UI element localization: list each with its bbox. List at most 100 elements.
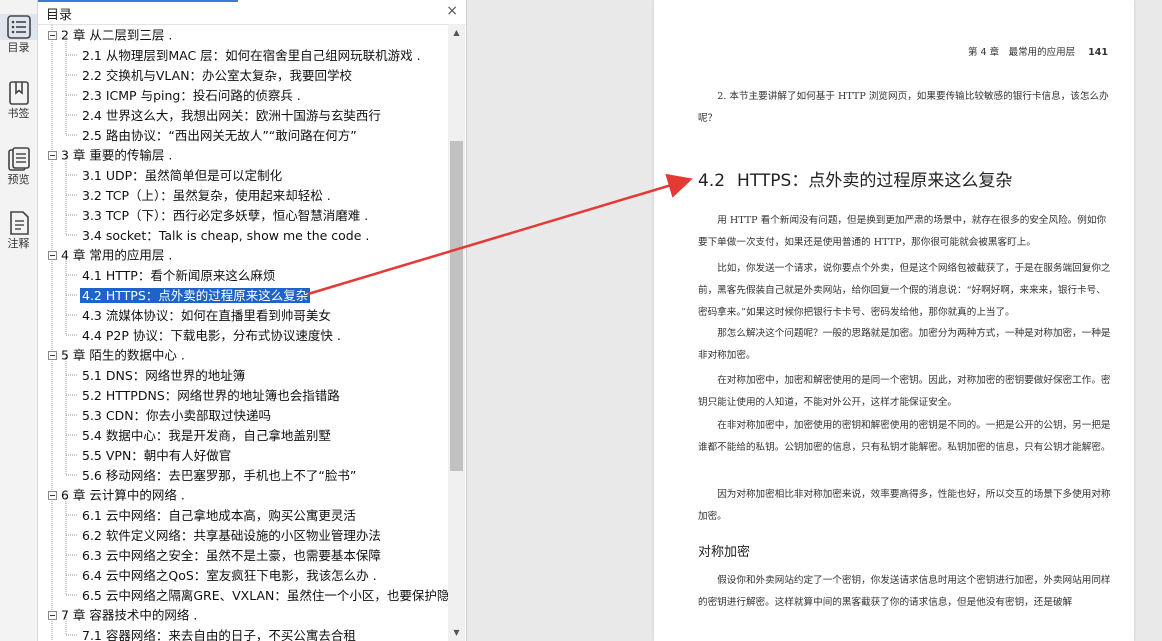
collapse-toggle-icon[interactable] bbox=[48, 251, 57, 260]
toc-item-label: 5.3 CDN：你去小卖部取过快递吗 bbox=[82, 407, 272, 423]
toc-section-item[interactable]: 4.4 P2P 协议：下载电影，分布式协议速度快 . bbox=[80, 325, 343, 345]
toc-section-item[interactable]: 2.5 路由协议：“西出网关无故人”“敢问路在何方” bbox=[80, 125, 359, 145]
question-paragraph: 2. 本节主要讲解了如何基于 HTTP 浏览网页，如果要传输比较敏感的银行卡信息… bbox=[698, 91, 1109, 124]
toc-section-item[interactable]: 5.2 HTTPDNS：网络世界的地址簿也会指错路 bbox=[80, 385, 342, 405]
toc-section-item[interactable]: 7.1 容器网络：来去自由的日子，不买公寓去合租 bbox=[80, 625, 358, 641]
toc-chapter-item[interactable]: 6 章 云计算中的网络 . bbox=[48, 485, 185, 505]
toc-item-label: 5.6 移动网络：去巴塞罗那，手机也上不了“脸书” bbox=[82, 467, 357, 483]
collapse-toggle-icon[interactable] bbox=[48, 31, 57, 40]
toc-section-item[interactable]: 5.1 DNS：网络世界的地址簿 bbox=[80, 365, 247, 385]
toc-scrollbar[interactable]: ▲ ▼ bbox=[448, 24, 465, 641]
toc-section-item[interactable]: 5.6 移动网络：去巴塞罗那，手机也上不了“脸书” bbox=[80, 465, 358, 485]
toc-item-label: 2.2 交换机与VLAN：办公室太复杂，我要回学校 bbox=[82, 67, 353, 83]
toc-title: 目录 bbox=[46, 8, 73, 23]
toc-chapter-item[interactable]: 3 章 重要的传输层 . bbox=[48, 145, 172, 165]
close-icon[interactable]: × bbox=[446, 3, 458, 19]
scroll-thumb[interactable] bbox=[450, 141, 463, 471]
collapse-toggle-icon[interactable] bbox=[48, 611, 57, 620]
toc-section-item[interactable]: 2.3 ICMP 与ping：投石问路的侦察兵 . bbox=[80, 85, 303, 105]
toc-item-label: 5 章 陌生的数据中心 . bbox=[61, 347, 185, 363]
section-number: 4.2 bbox=[698, 171, 726, 191]
toc-section-item[interactable]: 6.3 云中网络之安全：虽然不是土豪，也需要基本保障 bbox=[80, 545, 383, 565]
toc-section-item[interactable]: 2.1 从物理层到MAC 层：如何在宿舍里自己组网玩联机游戏 . bbox=[80, 45, 423, 65]
bookmark-icon bbox=[0, 80, 37, 106]
toc-item-label: 4.4 P2P 协议：下载电影，分布式协议速度快 . bbox=[82, 327, 341, 343]
toc-chapter-item[interactable]: 2 章 从二层到三层 . bbox=[48, 25, 172, 45]
page-header: 第 4 章 最常用的应用层 141 bbox=[654, 44, 1108, 58]
toc-item-label: 4.1 HTTP：看个新闻原来这么麻烦 bbox=[82, 267, 276, 283]
body-paragraph: 那怎么解决这个问题呢？一般的思路就是加密。加密分为两种方式，一种是对称加密，一种… bbox=[698, 328, 1111, 361]
document-page: 第 4 章 最常用的应用层 141 2. 本节主要讲解了如何基于 HTTP 浏览… bbox=[654, 0, 1134, 641]
sidebar-item-annotation[interactable]: 注释 bbox=[0, 210, 37, 250]
body-paragraph: 在对称加密中，加密和解密使用的是同一个密钥。因此，对称加密的密钥要做好保密工作。… bbox=[698, 375, 1111, 408]
toc-section-item[interactable]: 5.5 VPN：朝中有人好做官 bbox=[80, 445, 233, 465]
toc-item-label: 5.2 HTTPDNS：网络世界的地址簿也会指错路 bbox=[82, 387, 340, 403]
toc-item-label: 7.1 容器网络：来去自由的日子，不买公寓去合租 bbox=[82, 627, 356, 641]
preview-icon bbox=[0, 146, 37, 172]
toc-item-label: 6.5 云中网络之隔离GRE、VXLAN：虽然住一个小区，也要保护隐私 bbox=[82, 587, 448, 603]
body-paragraph: 比如，你发送一个请求，说你要点个外卖，但是这个网络包被截获了，于是在服务端回复你… bbox=[698, 263, 1111, 318]
page-number: 141 bbox=[1088, 47, 1108, 58]
toc-chapter-item[interactable]: 4 章 常用的应用层 . bbox=[48, 245, 172, 265]
sidebar-rail: 目录 书签 预览 注释 bbox=[0, 0, 38, 641]
collapse-toggle-icon[interactable] bbox=[48, 351, 57, 360]
sidebar-item-label: 书签 bbox=[7, 107, 30, 120]
annotation-icon bbox=[0, 210, 37, 236]
sidebar-item-toc[interactable]: 目录 bbox=[0, 14, 37, 54]
body-paragraph: 用 HTTP 看个新闻没有问题，但是换到更加严肃的场景中，就存在很多的安全风险。… bbox=[698, 215, 1107, 248]
toc-item-label: 3.2 TCP（上）：虽然复杂，使用起来却轻松 . bbox=[82, 187, 331, 203]
scroll-up-icon[interactable]: ▲ bbox=[448, 24, 465, 41]
toc-section-item[interactable]: 4.3 流媒体协议：如何在直播里看到帅哥美女 bbox=[80, 305, 333, 325]
subheading: 对称加密 bbox=[698, 545, 751, 560]
toc-item-label: 4.3 流媒体协议：如何在直播里看到帅哥美女 bbox=[82, 307, 331, 323]
toc-item-label: 7 章 容器技术中的网络 . bbox=[61, 607, 198, 623]
toc-item-label: 2.5 路由协议：“西出网关无故人”“敢问路在何方” bbox=[82, 127, 357, 143]
toc-panel: 目录 × 2 章 从二层到三层 . 2.1 从物理层到MAC 层：如何在宿舍里自己… bbox=[38, 0, 467, 641]
toc-section-item[interactable]: 3.1 UDP：虽然简单但是可以定制化 bbox=[80, 165, 284, 185]
toc-section-item[interactable]: 3.2 TCP（上）：虽然复杂，使用起来却轻松 . bbox=[80, 185, 333, 205]
toc-item-label: 6.3 云中网络之安全：虽然不是土豪，也需要基本保障 bbox=[82, 547, 381, 563]
header-chapter: 第 4 章 最常用的应用层 bbox=[968, 47, 1076, 58]
toc-chapter-item[interactable]: 7 章 容器技术中的网络 . bbox=[48, 605, 197, 625]
toc-section-item[interactable]: 6.1 云中网络：自己拿地成本高，购买公寓更灵活 bbox=[80, 505, 358, 525]
toc-section-item[interactable]: 2.4 世界这么大，我想出网关：欧洲十国游与玄奘西行 bbox=[80, 105, 383, 125]
toc-item-label: 5.1 DNS：网络世界的地址簿 bbox=[82, 367, 246, 383]
toc-item-label: 3.4 socket：Talk is cheap, show me the co… bbox=[82, 227, 370, 243]
toc-item-label: 6.1 云中网络：自己拿地成本高，购买公寓更灵活 bbox=[82, 507, 356, 523]
collapse-toggle-icon[interactable] bbox=[48, 151, 57, 160]
toc-list: 2 章 从二层到三层 . 2.1 从物理层到MAC 层：如何在宿舍里自己组网玩联机… bbox=[38, 24, 448, 641]
collapse-toggle-icon[interactable] bbox=[48, 491, 57, 500]
toc-section-item[interactable]: 3.3 TCP（下）：西行必定多妖孽，恒心智慧消磨难 . bbox=[80, 205, 370, 225]
toc-section-item[interactable]: 6.2 软件定义网络：共享基础设施的小区物业管理办法 bbox=[80, 525, 383, 545]
toc-item-label: 2.1 从物理层到MAC 层：如何在宿舍里自己组网玩联机游戏 . bbox=[82, 47, 421, 63]
section-title: HTTPS：点外卖的过程原来这么复杂 bbox=[737, 171, 1013, 191]
toc-section-item[interactable]: 4.1 HTTP：看个新闻原来这么麻烦 bbox=[80, 265, 277, 285]
toc-section-item[interactable]: 5.4 数据中心：我是开发商，自己拿地盖别墅 bbox=[80, 425, 333, 445]
body-paragraph: 在非对称加密中，加密使用的密钥和解密使用的密钥是不同的。一把是公开的公钥，另一把… bbox=[698, 420, 1111, 453]
toc-icon bbox=[0, 14, 37, 40]
toc-item-label: 6.2 软件定义网络：共享基础设施的小区物业管理办法 bbox=[82, 527, 381, 543]
toc-item-label: 3 章 重要的传输层 . bbox=[61, 147, 173, 163]
toc-item-label: 3.3 TCP（下）：西行必定多妖孽，恒心智慧消磨难 . bbox=[82, 207, 369, 223]
toc-section-item[interactable]: 5.3 CDN：你去小卖部取过快递吗 bbox=[80, 405, 273, 425]
scroll-down-icon[interactable]: ▼ bbox=[448, 624, 465, 641]
section-heading: 4.2 HTTPS：点外卖的过程原来这么复杂 bbox=[698, 166, 1012, 191]
toc-chapter-item[interactable]: 5 章 陌生的数据中心 . bbox=[48, 345, 185, 365]
toc-item-label: 2.4 世界这么大，我想出网关：欧洲十国游与玄奘西行 bbox=[82, 107, 381, 123]
toc-section-item[interactable]: 3.4 socket：Talk is cheap, show me the co… bbox=[80, 225, 371, 245]
toc-item-label: 5.5 VPN：朝中有人好做官 bbox=[82, 447, 232, 463]
toc-item-label: 2.3 ICMP 与ping：投石问路的侦察兵 . bbox=[82, 87, 301, 103]
sidebar-item-label: 目录 bbox=[7, 41, 30, 54]
toc-section-item[interactable]: 2.2 交换机与VLAN：办公室太复杂，我要回学校 bbox=[80, 65, 354, 85]
sidebar-item-bookmark[interactable]: 书签 bbox=[0, 80, 37, 120]
toc-item-label: 3.1 UDP：虽然简单但是可以定制化 bbox=[82, 167, 283, 183]
body-paragraph: 因为对称加密相比非对称加密来说，效率要高得多，性能也好，所以交互的场景下多使用对… bbox=[698, 489, 1111, 522]
toc-item-label: 4.2 HTTPS：点外卖的过程原来这么复杂 bbox=[80, 287, 311, 303]
toc-item-label: 2 章 从二层到三层 . bbox=[61, 27, 173, 43]
toc-section-item[interactable]: 6.5 云中网络之隔离GRE、VXLAN：虽然住一个小区，也要保护隐私 bbox=[80, 585, 448, 605]
sidebar-item-preview[interactable]: 预览 bbox=[0, 146, 37, 186]
toc-section-item[interactable]: 6.4 云中网络之QoS：室友疯狂下电影，我该怎么办 . bbox=[80, 565, 379, 585]
sidebar-item-label: 预览 bbox=[7, 173, 30, 186]
toc-item-label: 4 章 常用的应用层 . bbox=[61, 247, 173, 263]
toc-section-item[interactable]: 4.2 HTTPS：点外卖的过程原来这么复杂 bbox=[80, 285, 311, 305]
